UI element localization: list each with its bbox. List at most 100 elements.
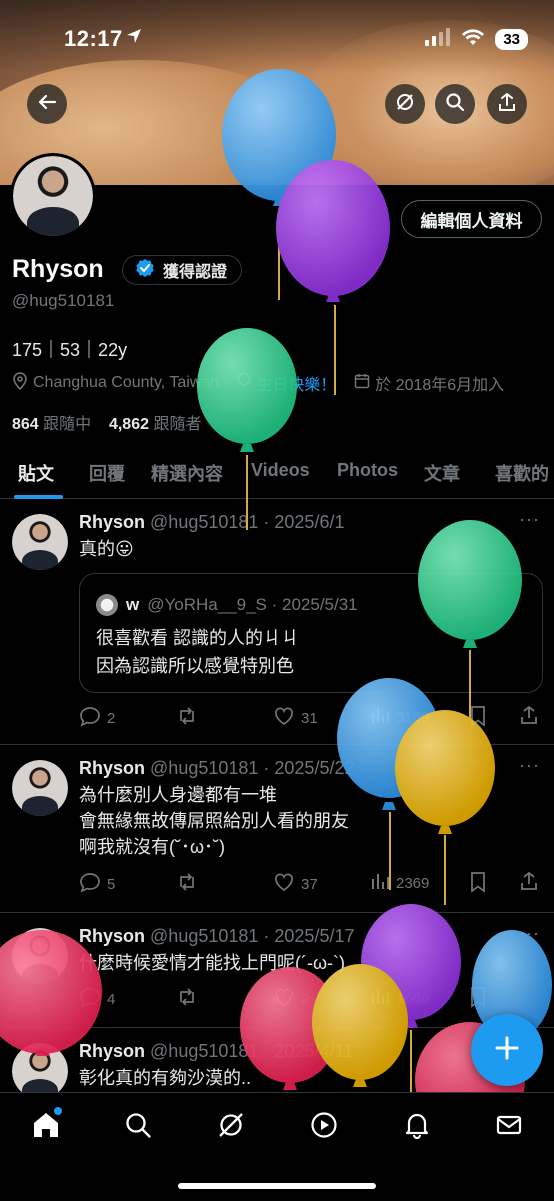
share-icon bbox=[497, 92, 517, 117]
share-button[interactable] bbox=[487, 84, 527, 124]
nav-video[interactable] bbox=[308, 1111, 340, 1143]
quote-text: 很喜歡看 認識的人的ㄐㄐ 因為認識所以感覺特別色 bbox=[96, 628, 299, 676]
tab-photos[interactable]: Photos bbox=[337, 460, 398, 481]
retweet-button[interactable] bbox=[176, 705, 198, 731]
back-button[interactable] bbox=[27, 84, 67, 124]
like-count: 37 bbox=[301, 875, 318, 893]
views-count: 1666 bbox=[396, 989, 430, 1007]
more-options-icon[interactable]: ··· bbox=[519, 755, 540, 776]
bookmark-button[interactable] bbox=[469, 871, 487, 897]
bookmark-icon bbox=[469, 705, 487, 731]
post-item[interactable]: Rhyson @hug510181 · 2025/4/11 彰化真的有夠沙漠的.… bbox=[0, 1028, 554, 1099]
views-icon bbox=[370, 871, 390, 895]
profile-handle: @hug510181 bbox=[12, 291, 115, 310]
views-button[interactable]: 1666 bbox=[370, 986, 429, 1010]
followers-label[interactable]: 跟隨者 bbox=[153, 416, 201, 433]
retweet-icon bbox=[176, 705, 198, 731]
home-indicator bbox=[178, 1183, 376, 1189]
verified-label: 獲得認證 bbox=[163, 264, 228, 281]
reply-icon bbox=[79, 871, 101, 897]
following-count[interactable]: 864 bbox=[12, 416, 39, 433]
post-actions: 5 37 2369 bbox=[79, 871, 541, 897]
views-icon bbox=[370, 986, 390, 1010]
nav-notifications[interactable] bbox=[401, 1111, 433, 1143]
post-text: 什麼時候愛情才能找上門呢(´-ω-`) bbox=[79, 953, 346, 973]
more-options-icon[interactable]: ··· bbox=[519, 923, 540, 944]
bell-icon bbox=[403, 1111, 431, 1144]
grok-icon bbox=[395, 92, 415, 117]
retweet-button[interactable] bbox=[176, 986, 198, 1012]
retweet-button[interactable] bbox=[176, 871, 198, 897]
post-text: 彰化真的有夠沙漠的.. bbox=[79, 1068, 252, 1088]
reply-button[interactable]: 2 bbox=[79, 705, 115, 731]
like-button[interactable]: 37 bbox=[273, 871, 318, 897]
location-arrow-icon bbox=[126, 28, 142, 49]
play-icon bbox=[310, 1111, 338, 1144]
bookmark-button[interactable] bbox=[469, 986, 487, 1012]
search-button[interactable] bbox=[435, 84, 475, 124]
tab-posts[interactable]: 貼文 bbox=[18, 460, 54, 486]
search-icon bbox=[124, 1111, 152, 1144]
following-label[interactable]: 跟隨中 bbox=[43, 416, 91, 433]
profile-name: Rhyson bbox=[12, 255, 104, 283]
views-button[interactable]: 3169 bbox=[370, 705, 429, 729]
nav-messages[interactable] bbox=[493, 1111, 525, 1143]
quote-author: w bbox=[126, 595, 140, 614]
edit-profile-button[interactable]: 編輯個人資料 bbox=[401, 200, 542, 238]
post-avatar[interactable] bbox=[12, 1043, 68, 1099]
verified-badge-icon bbox=[135, 258, 155, 283]
profile-bio: 175｜53｜22y bbox=[12, 340, 128, 360]
quote-avatar bbox=[96, 594, 118, 616]
post-author: Rhyson bbox=[79, 1041, 146, 1061]
signal-icon bbox=[425, 28, 451, 51]
verified-badge-button[interactable]: 獲得認證 bbox=[122, 255, 243, 285]
post-text: 為什麼別人身邊都有一堆 會無緣無故傳屌照給別人看的朋友 啊我就沒有(˘･ω･˘) bbox=[79, 785, 349, 857]
reply-icon bbox=[79, 705, 101, 731]
reply-count: 2 bbox=[107, 709, 116, 727]
post-meta: @hug510181 · 2025/6/1 bbox=[150, 512, 345, 532]
compose-plus-icon bbox=[494, 1035, 520, 1066]
share-post-button[interactable] bbox=[519, 871, 539, 895]
bookmark-button[interactable] bbox=[469, 705, 487, 731]
post-avatar[interactable] bbox=[12, 760, 68, 816]
follow-stats: 864 跟隨中 4,862 跟隨者 bbox=[12, 410, 201, 434]
share-post-button[interactable] bbox=[519, 705, 539, 729]
compose-button[interactable] bbox=[471, 1014, 543, 1086]
nav-home[interactable] bbox=[30, 1107, 62, 1143]
reply-count: 5 bbox=[107, 875, 116, 893]
quoted-post[interactable]: w @YoRHa__9_S · 2025/5/31 很喜歡看 認識的人的ㄐㄐ 因… bbox=[79, 573, 543, 693]
balloon-icon bbox=[237, 371, 251, 395]
status-bar: 12:17 33 bbox=[0, 22, 554, 56]
grok-icon bbox=[217, 1111, 245, 1144]
tab-highlights[interactable]: 精選內容 bbox=[151, 460, 223, 486]
reply-button[interactable]: 5 bbox=[79, 871, 115, 897]
like-button[interactable]: 31 bbox=[273, 705, 318, 731]
tab-videos[interactable]: Videos bbox=[251, 460, 310, 481]
like-icon bbox=[273, 986, 295, 1012]
reply-button[interactable]: 4 bbox=[79, 986, 115, 1012]
back-arrow-icon bbox=[37, 92, 57, 117]
tab-articles[interactable]: 文章 bbox=[424, 460, 460, 486]
post-author: Rhyson bbox=[79, 512, 146, 532]
post-actions: 4 2 1666 bbox=[79, 986, 541, 1012]
more-options-icon[interactable]: ··· bbox=[519, 509, 540, 530]
post-avatar[interactable] bbox=[12, 514, 68, 570]
views-count: 2369 bbox=[396, 874, 430, 892]
profile-tabs: 貼文 回覆 精選內容 Videos Photos 文章 喜歡的 bbox=[0, 452, 554, 499]
like-count: 31 bbox=[301, 709, 318, 727]
views-button[interactable]: 2369 bbox=[370, 871, 429, 895]
nav-explore[interactable] bbox=[122, 1111, 154, 1143]
bookmark-icon bbox=[469, 871, 487, 897]
post-text: 真的😛 bbox=[79, 539, 134, 559]
profile-avatar[interactable] bbox=[10, 153, 96, 239]
nav-grok[interactable] bbox=[215, 1111, 247, 1143]
tab-likes[interactable]: 喜歡的 bbox=[495, 460, 549, 486]
grok-button[interactable] bbox=[385, 84, 425, 124]
followers-count[interactable]: 4,862 bbox=[109, 416, 149, 433]
calendar-icon bbox=[354, 373, 370, 394]
tab-replies[interactable]: 回覆 bbox=[89, 460, 125, 486]
share-icon bbox=[519, 871, 539, 895]
post-avatar[interactable] bbox=[12, 928, 68, 984]
like-button[interactable]: 2 bbox=[273, 986, 309, 1012]
profile-joined: 於 2018年6月加入 bbox=[375, 377, 505, 394]
